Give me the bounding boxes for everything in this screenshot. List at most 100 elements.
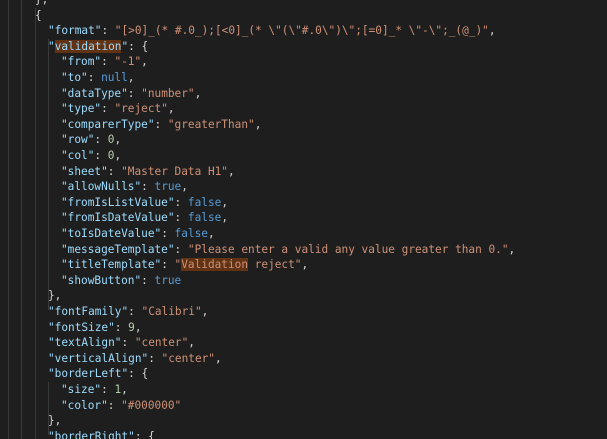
search-match-highlight: validation	[54, 39, 122, 53]
code-token: "number"	[141, 86, 195, 100]
code-token: ,	[221, 211, 228, 225]
code-line[interactable]: "toIsDateValue": false,	[61, 226, 215, 242]
code-line[interactable]: {	[35, 8, 42, 24]
code-token: "[>0]_(* #.0_);[<0]_(* \"(\"#.0\")\";[=0…	[114, 24, 489, 38]
code-token: ,	[167, 102, 175, 116]
code-line[interactable]: "validation": {	[48, 39, 148, 55]
code-line[interactable]: "fromIsDateValue": false,	[61, 210, 228, 226]
code-line[interactable]: "fromIsListValue": false,	[61, 195, 228, 211]
code-token: ,	[141, 55, 148, 69]
indent-guide	[21, 0, 22, 439]
indent-guide	[48, 38, 49, 310]
code-line[interactable]: "titleTemplate": "Validation reject",	[61, 257, 308, 273]
code-token: "allowNulls"	[61, 180, 142, 194]
code-token: :	[94, 133, 108, 147]
code-token: ,	[114, 133, 122, 147]
code-line[interactable]: "comparerType": "greaterThan",	[61, 117, 261, 133]
code-line[interactable]: "allowNulls": true,	[61, 179, 188, 195]
code-token: "messageTemplate"	[61, 242, 175, 256]
code-token: "#000000"	[121, 398, 182, 412]
code-line[interactable]: "sheet": "Master Data H1",	[61, 164, 235, 180]
code-token: null	[101, 71, 128, 84]
code-token: ,	[181, 180, 188, 194]
code-line[interactable]: "format": "[>0]_(* #.0_);[<0]_(* \"(\"#.…	[48, 23, 496, 39]
code-line[interactable]: "from": "-1",	[61, 54, 148, 70]
code-line[interactable]: "fontFamily": "Calibri",	[48, 304, 208, 320]
code-line[interactable]: "textAlign": "center",	[48, 335, 195, 351]
code-token: true	[154, 273, 182, 287]
code-line[interactable]: },	[35, 0, 48, 8]
code-token: "-1"	[114, 55, 142, 69]
code-token: "comparerType"	[61, 117, 155, 131]
code-line[interactable]: "verticalAlign": "center",	[48, 351, 222, 367]
code-token: :	[127, 86, 142, 100]
code-token: :	[161, 258, 175, 272]
code-token: ,	[127, 71, 135, 84]
code-token: :	[128, 305, 142, 318]
code-token: "sheet"	[61, 164, 108, 178]
code-token: : {	[128, 39, 149, 53]
code-line[interactable]: "row": 0,	[61, 132, 121, 148]
code-line[interactable]: "col": 0,	[61, 148, 121, 164]
code-token: ,	[114, 149, 122, 162]
code-token: "from"	[61, 55, 102, 69]
code-token: ,	[134, 320, 142, 334]
code-token: "toIsDateValue"	[61, 227, 162, 240]
code-token: :	[141, 180, 155, 194]
code-token: "textAlign"	[48, 336, 122, 350]
code-token: ,	[228, 164, 235, 178]
code-line[interactable]: "borderLeft": {	[48, 366, 148, 382]
code-editor[interactable]: }, { "format": "[>0]_(* #.0_);[<0]_(* \"(\…	[0, 0, 607, 439]
code-token: :	[101, 383, 115, 396]
code-line[interactable]: "showButton": true	[61, 273, 181, 289]
code-line[interactable]: "messageTemplate": "Please enter a valid…	[61, 242, 515, 258]
code-token: "color"	[61, 398, 108, 412]
indent-guide	[8, 0, 9, 439]
code-token: :	[101, 55, 115, 69]
code-token: "borderRight"	[48, 429, 135, 439]
code-token: "reject"	[114, 102, 168, 116]
code-line[interactable]: "to": null,	[61, 70, 134, 86]
code-token: "size"	[61, 383, 102, 396]
code-token: :	[101, 102, 115, 116]
code-token: ,	[188, 336, 195, 350]
code-line[interactable]: },	[48, 413, 61, 429]
code-token: "center"	[161, 351, 215, 365]
code-line[interactable]: "type": "reject",	[61, 101, 175, 117]
code-token: :	[94, 149, 108, 162]
code-token: "format"	[48, 24, 102, 38]
code-token: :	[107, 398, 122, 412]
code-token: "center"	[134, 336, 189, 350]
code-token: "fontSize"	[48, 320, 115, 334]
code-token: :	[107, 164, 122, 178]
code-line[interactable]: "dataType": "number",	[61, 86, 201, 102]
code-token: :	[121, 336, 135, 350]
code-line[interactable]: "color": "#000000"	[61, 398, 181, 414]
code-token: ,	[301, 258, 309, 272]
indent-guide	[35, 7, 36, 439]
code-token: :	[114, 320, 129, 334]
code-token: false	[187, 211, 222, 225]
code-token: ,	[214, 351, 222, 365]
code-token: : {	[134, 429, 155, 439]
code-token: ,	[207, 227, 215, 240]
code-token: {	[35, 8, 42, 22]
code-token: "to"	[61, 71, 88, 84]
code-line[interactable]: "borderRight": {	[48, 429, 155, 439]
code-token: ,	[488, 24, 496, 38]
code-token: "fromIsListValue"	[61, 195, 175, 209]
code-token: :	[174, 195, 188, 209]
code-token: "fontFamily"	[48, 305, 129, 318]
code-token: 9	[128, 320, 135, 334]
code-line[interactable]: "size": 1,	[61, 382, 128, 398]
code-token: "col"	[61, 149, 95, 162]
code-token: ,	[254, 117, 262, 131]
search-match-highlight: Validation	[181, 258, 249, 272]
code-token: ,	[121, 383, 128, 396]
code-line[interactable]: },	[48, 288, 61, 304]
code-token: "fromIsDateValue"	[61, 211, 175, 225]
code-token: :	[154, 117, 168, 131]
code-line[interactable]: "fontSize": 9,	[48, 320, 142, 336]
code-token: },	[35, 0, 48, 6]
code-token: :	[148, 351, 162, 365]
